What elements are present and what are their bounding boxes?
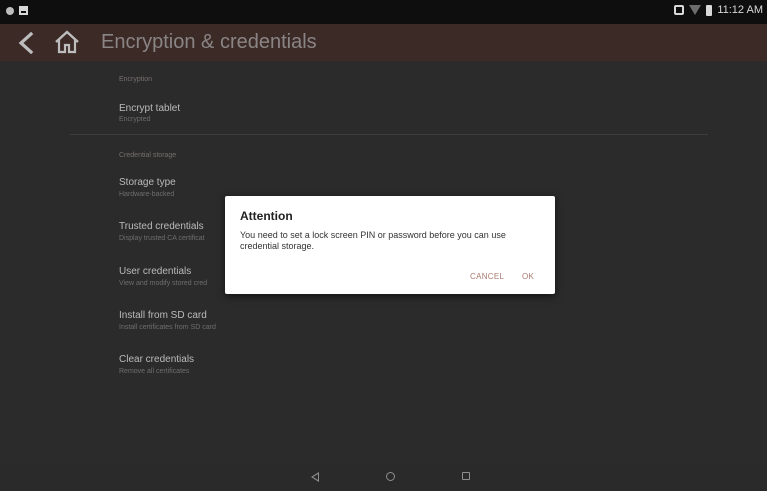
status-bar: 11:12 AM <box>0 0 767 24</box>
pref-summary: View and modify stored cred <box>119 280 208 287</box>
app-bar: Encryption & credentials <box>0 24 767 61</box>
battery-icon <box>706 4 713 16</box>
pref-summary: Hardware-backed <box>119 191 175 198</box>
back-button[interactable] <box>12 28 40 58</box>
dialog-message: You need to set a lock screen PIN or pas… <box>240 230 506 251</box>
pref-title: Install from SD card <box>119 310 207 321</box>
vibrate-icon <box>674 5 685 15</box>
status-left-icons <box>6 6 28 15</box>
pref-title: User credentials <box>119 266 192 277</box>
pref-summary: Encrypted <box>119 116 151 123</box>
section-header-credential-storage: Credential storage <box>119 152 177 159</box>
back-arrow-icon <box>18 32 34 54</box>
nav-back-icon[interactable] <box>311 472 319 482</box>
section-header-encryption: Encryption <box>119 76 153 83</box>
ok-button[interactable]: OK <box>522 272 534 281</box>
home-button[interactable] <box>52 27 82 57</box>
pref-summary: Install certificates from SD card <box>119 324 216 331</box>
pref-summary: Display trusted CA certificat <box>119 235 205 242</box>
page-title: Encryption & credentials <box>101 31 317 53</box>
status-right-icons: 11:12 AM <box>674 4 763 16</box>
dialog-title: Attention <box>240 209 293 223</box>
image-notification-icon <box>19 6 28 15</box>
section-divider <box>70 134 708 135</box>
pref-title: Trusted credentials <box>119 221 204 232</box>
pref-title: Clear credentials <box>119 354 195 365</box>
pref-summary: Remove all certificates <box>119 368 190 375</box>
nav-home-icon[interactable] <box>386 472 395 481</box>
status-time: 11:12 AM <box>717 4 763 16</box>
nav-recents-icon[interactable] <box>462 472 470 480</box>
navigation-bar <box>0 464 767 491</box>
cancel-button[interactable]: CANCEL <box>470 272 504 281</box>
wifi-icon <box>689 5 702 15</box>
home-icon <box>55 30 79 54</box>
notification-dot-icon <box>6 6 14 15</box>
pref-title: Encrypt tablet <box>119 103 181 114</box>
pref-title: Storage type <box>119 177 176 188</box>
attention-dialog: Attention You need to set a lock screen … <box>225 196 555 294</box>
